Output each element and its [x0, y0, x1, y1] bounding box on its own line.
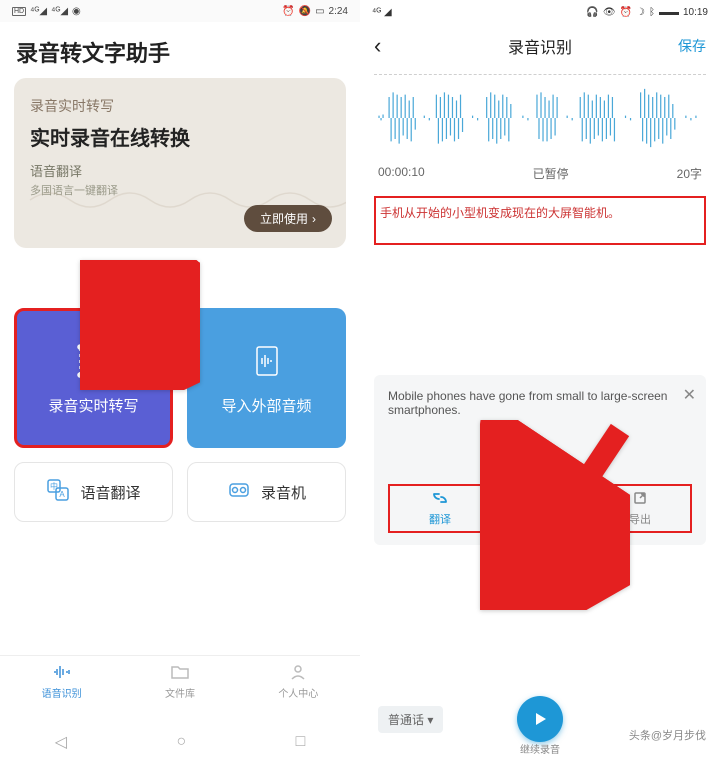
- back-triangle-icon[interactable]: ◁: [55, 732, 67, 752]
- play-button[interactable]: [517, 696, 563, 742]
- mute-icon: 🔕: [299, 6, 311, 17]
- use-now-button[interactable]: 立即使用›: [244, 205, 332, 232]
- chevron-down-icon: ▾: [427, 713, 433, 727]
- alarm-icon: ⏰: [620, 7, 632, 18]
- audio-file-icon: [247, 341, 287, 381]
- chevron-right-icon: ›: [312, 212, 316, 226]
- action-export[interactable]: 导出: [629, 490, 651, 527]
- recorder-icon: [227, 478, 251, 506]
- app-title: 录音转文字助手: [0, 22, 360, 78]
- hd-icon: HD: [12, 7, 26, 16]
- recents-square-icon[interactable]: □: [296, 733, 306, 751]
- signal-4g-icon-2: ⁴ᴳ◢: [51, 6, 68, 17]
- action-translate[interactable]: 翻译: [429, 490, 451, 527]
- nav-label: 个人中心: [278, 685, 318, 700]
- nav-profile[interactable]: 个人中心: [278, 664, 318, 700]
- translate-lines-icon: [431, 490, 449, 509]
- status-bar: ⁴ᴳ ◢ 🎧 👁 ⏰ ☽ ᛒ ▬▬ 10:19: [360, 0, 720, 24]
- battery-icon: ▭: [315, 6, 324, 17]
- divider: [374, 74, 706, 75]
- nav-voice-recognition[interactable]: 语音识别: [42, 664, 82, 700]
- headphones-icon: 🎧: [586, 7, 598, 18]
- play-label: 继续录音: [520, 741, 560, 756]
- svg-text:中: 中: [50, 481, 58, 491]
- back-button[interactable]: ‹: [374, 33, 381, 59]
- signal-4g-icon: ⁴ᴳ◢: [30, 6, 47, 17]
- red-arrow-1: [80, 260, 200, 395]
- soundwave-icon: [52, 664, 72, 683]
- language-selector[interactable]: 普通话 ▾: [378, 706, 443, 733]
- timecode: 00:00:10: [378, 165, 425, 182]
- alarm-icon: ⏰: [282, 6, 294, 17]
- tile-voice-translate[interactable]: 中A 语音翻译: [14, 462, 173, 522]
- nav-files[interactable]: 文件库: [165, 664, 195, 700]
- audio-waveform[interactable]: [374, 83, 706, 153]
- bluetooth-icon: ᛒ: [649, 7, 655, 18]
- save-button[interactable]: 保存: [678, 36, 706, 56]
- export-icon: [632, 490, 648, 509]
- bottom-nav: 语音识别 文件库 个人中心: [0, 655, 360, 708]
- person-icon: [288, 664, 308, 683]
- home-circle-icon[interactable]: ○: [176, 733, 186, 751]
- translate-icon: 中A: [46, 478, 70, 506]
- phone-left: HD ⁴ᴳ◢ ⁴ᴳ◢ ◉ ⏰ 🔕 ▭ 2:24 录音转文字助手 录音实时转写 实…: [0, 0, 360, 762]
- phone-right: ⁴ᴳ ◢ 🎧 👁 ⏰ ☽ ᛒ ▬▬ 10:19 ‹ 录音识别 保存: [360, 0, 720, 762]
- tile-label: 录音实时转写: [48, 395, 138, 416]
- promo-card[interactable]: 录音实时转写 实时录音在线转换 语音翻译 多国语言一键翻译 立即使用›: [14, 78, 346, 248]
- close-icon[interactable]: ✕: [683, 385, 696, 405]
- word-count: 20字: [677, 165, 702, 182]
- recording-status: 已暂停: [533, 165, 569, 182]
- battery-icon: ▬▬: [659, 7, 679, 18]
- svg-text:A: A: [60, 490, 66, 499]
- promo-sub2: 语音翻译: [30, 161, 330, 180]
- nav-label: 语音识别: [42, 685, 82, 700]
- tile-label: 语音翻译: [80, 482, 140, 503]
- tile-label: 导入外部音频: [221, 395, 311, 416]
- tile-label: 录音机: [261, 482, 306, 503]
- eye-icon: 👁: [603, 7, 616, 18]
- status-bar: HD ⁴ᴳ◢ ⁴ᴳ◢ ◉ ⏰ 🔕 ▭ 2:24: [0, 0, 360, 22]
- moon-icon: ☽: [636, 7, 645, 18]
- red-arrow-2: [480, 420, 630, 615]
- system-nav: ◁ ○ □: [0, 722, 360, 762]
- tile-import-audio[interactable]: 导入外部音频: [187, 308, 346, 448]
- promo-sub1: 录音实时转写: [30, 96, 330, 116]
- nav-label: 文件库: [165, 685, 195, 700]
- transcript-box[interactable]: 手机从开始的小型机变成现在的大屏智能机。: [374, 196, 706, 245]
- tile-recorder[interactable]: 录音机: [187, 462, 346, 522]
- signal-icon: ⁴ᴳ ◢: [372, 7, 392, 18]
- page-header: ‹ 录音识别 保存: [360, 24, 720, 68]
- watermark: 头条@岁月步伐: [625, 726, 710, 744]
- page-title: 录音识别: [508, 34, 572, 58]
- clock-text: 2:24: [329, 6, 348, 17]
- folder-icon: [170, 664, 190, 683]
- clock-text: 10:19: [683, 7, 708, 18]
- promo-headline: 实时录音在线转换: [30, 122, 330, 151]
- recording-info: 00:00:10 已暂停 20字: [360, 161, 720, 186]
- wifi-icon: ◉: [72, 6, 81, 17]
- translation-text: Mobile phones have gone from small to la…: [388, 389, 692, 417]
